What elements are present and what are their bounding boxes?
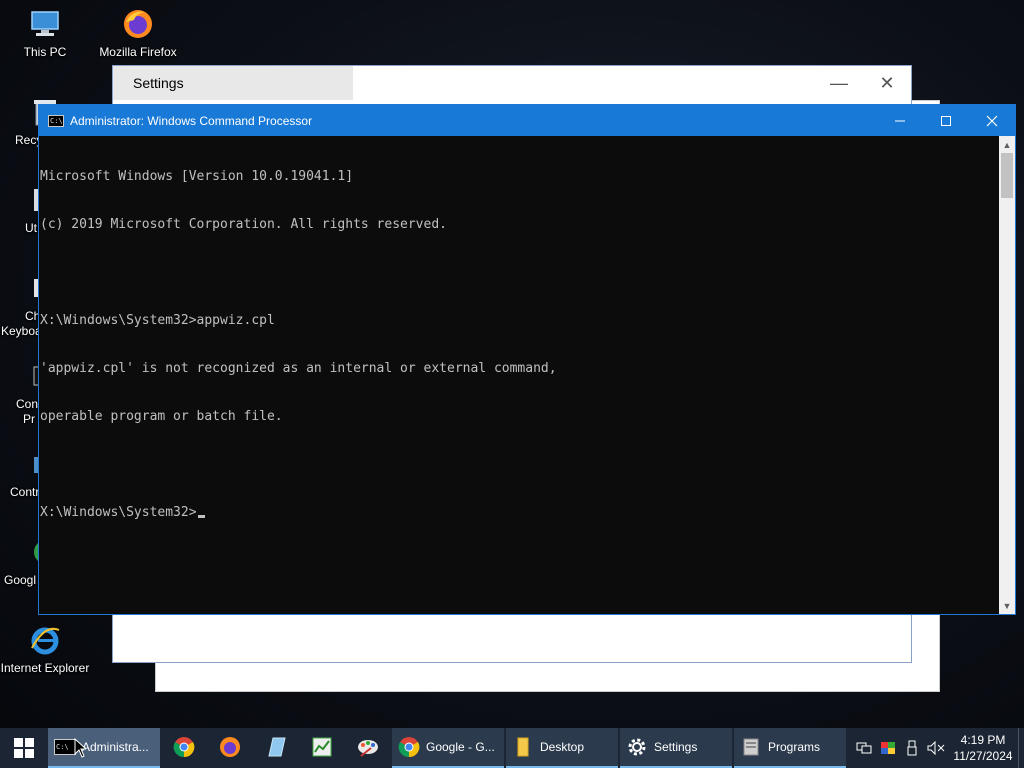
desktop-icon-this-pc[interactable]: This PC — [0, 6, 90, 60]
taskbar-item-google-chrome[interactable]: Google - G... — [392, 728, 504, 768]
programs-icon — [740, 736, 762, 758]
taskbar-item-paint[interactable] — [346, 728, 390, 768]
clock-date: 11/27/2024 — [953, 749, 1013, 763]
taskbar-item-label: Administra... — [82, 740, 149, 754]
settings-close-button[interactable]: ✕ — [863, 66, 911, 100]
paint-icon — [357, 736, 379, 758]
cmd-close-button[interactable] — [969, 105, 1015, 136]
console-line: X:\Windows\System32>appwiz.cpl — [40, 313, 275, 328]
scroll-down-arrow-icon[interactable]: ▼ — [999, 597, 1015, 614]
desktop-icon-label: This PC — [23, 45, 67, 59]
desktop-icon-label: Contr — [10, 485, 40, 499]
taskbar-item-task-manager[interactable] — [300, 728, 344, 768]
scroll-up-arrow-icon[interactable]: ▲ — [999, 136, 1015, 153]
settings-minimize-button[interactable]: — — [815, 66, 863, 100]
clock-time: 4:19 PM — [960, 733, 1006, 747]
cmd-minimize-button[interactable] — [877, 105, 923, 136]
display-icon[interactable] — [876, 728, 900, 768]
desktop-icon-label-line2: Keyboa — [1, 324, 42, 338]
taskbar-item-programs[interactable]: Programs — [734, 728, 846, 768]
system-tray: 4:19 PM 11/27/2024 — [852, 728, 1024, 768]
maximize-icon — [941, 115, 951, 126]
console-line: operable program or batch file. — [40, 409, 283, 424]
firefox-icon — [219, 736, 241, 758]
desktop-icon-label: Con — [16, 397, 39, 411]
usb-device-icon[interactable] — [900, 728, 924, 768]
cmd-window[interactable]: C:\ Administrator: Windows Command Proce… — [38, 104, 1016, 615]
taskbar-item-settings[interactable]: Settings — [620, 728, 732, 768]
gear-icon — [626, 736, 648, 758]
svg-text:C:\: C:\ — [56, 743, 69, 751]
desktop-icon-internet-explorer[interactable]: Internet Explorer — [0, 622, 90, 676]
start-button[interactable] — [0, 728, 48, 768]
cmd-window-title: Administrator: Windows Command Processor — [70, 113, 313, 128]
taskbar-item-label: Programs — [768, 740, 821, 754]
desktop-icon-label: Ut — [25, 221, 37, 235]
desktop-icon-label: Internet Explorer — [0, 661, 90, 675]
taskbar-item-label: Settings — [654, 740, 698, 754]
internet-explorer-icon — [27, 622, 63, 658]
desktop-icon-label: Mozilla Firefox — [99, 45, 177, 59]
computer-icon — [27, 6, 63, 42]
show-desktop-button[interactable] — [1018, 728, 1024, 768]
task-manager-icon — [311, 736, 333, 758]
taskbar-item-cmd[interactable]: C:\ Administra... — [48, 728, 160, 768]
taskbar-item-desktop[interactable]: Desktop — [506, 728, 618, 768]
network-icon[interactable] — [852, 728, 876, 768]
taskbar-item-label: Desktop — [540, 740, 585, 754]
chrome-icon — [173, 736, 195, 758]
cmd-titlebar[interactable]: C:\ Administrator: Windows Command Proce… — [39, 105, 1015, 136]
desktop-icon-label: Googl — [4, 573, 37, 587]
console-line: 'appwiz.cpl' is not recognized as an int… — [40, 361, 557, 376]
taskbar-item-firefox[interactable] — [208, 728, 252, 768]
windows-logo-icon — [14, 738, 34, 758]
console-line: (c) 2019 Microsoft Corporation. All righ… — [40, 217, 447, 232]
text-cursor — [197, 515, 205, 518]
chrome-icon — [398, 736, 420, 758]
cmd-icon: C:\ — [54, 736, 76, 758]
settings-title: Settings — [113, 66, 353, 100]
cmd-app-icon[interactable]: C:\ — [48, 114, 64, 127]
minimize-icon — [895, 120, 905, 121]
console-line: Microsoft Windows [Version 10.0.19041.1] — [40, 169, 354, 184]
cmd-maximize-button[interactable] — [923, 105, 969, 136]
console-prompt-line[interactable]: X:\Windows\System32> — [40, 505, 999, 521]
mouse-pointer-icon — [74, 738, 86, 758]
settings-titlebar[interactable]: Settings — ✕ — [113, 66, 911, 100]
desktop-icon-mozilla-firefox[interactable]: Mozilla Firefox — [93, 6, 183, 60]
folder-icon — [512, 736, 534, 758]
taskbar-item-chrome[interactable] — [162, 728, 206, 768]
cmd-console-output[interactable]: Microsoft Windows [Version 10.0.19041.1]… — [39, 136, 999, 614]
cmd-scrollbar[interactable]: ▲ ▼ — [999, 136, 1015, 614]
desktop-icon-label-line2: Pr — [23, 412, 35, 426]
volume-muted-icon[interactable] — [924, 728, 948, 768]
system-clock[interactable]: 4:19 PM 11/27/2024 — [948, 732, 1018, 764]
firefox-icon — [120, 6, 156, 42]
scroll-thumb[interactable] — [1001, 153, 1013, 198]
console-prompt: X:\Windows\System32> — [40, 505, 197, 520]
close-icon — [986, 115, 998, 126]
taskbar-item-label: Google - G... — [426, 740, 495, 754]
taskbar-item-notepad[interactable] — [254, 728, 298, 768]
taskbar: C:\ Administra... Google - G... Desktop … — [0, 728, 1024, 768]
notepad-icon — [265, 736, 287, 758]
